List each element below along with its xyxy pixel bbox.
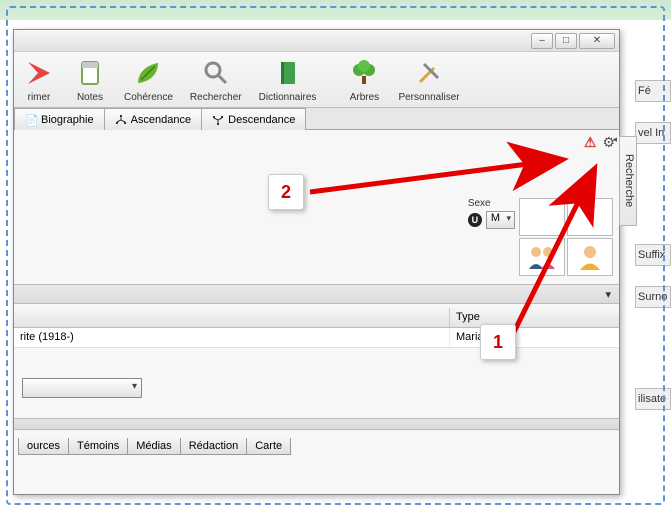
customize-button[interactable]: Personnaliser [390,54,468,105]
up-tree-icon [115,114,127,126]
callout-1: 1 [480,324,516,360]
background-window-fragments: Fé vel In Suffix Surno ilisate [635,80,671,410]
tab-biographie[interactable]: 📄 Biographie [14,108,105,130]
tool-label: Arbres [350,92,379,103]
type-header: Type [449,308,619,327]
content-area: ◂ ⚠ ⚙ Sexe U M [14,130,619,492]
portrait-couple[interactable] [519,238,565,276]
chevron-down-icon: ▾ [605,288,611,301]
notes-icon [73,56,107,90]
filter-dropdown[interactable] [22,378,142,398]
tool-label: Cohérence [124,92,173,103]
tree-icon [347,56,381,90]
search-icon [199,56,233,90]
frag: Surno [635,286,671,308]
delete-icon [22,56,56,90]
frag: Suffix [635,244,671,266]
dictionaries-button[interactable]: Dictionnaires [251,54,326,105]
maximize-button[interactable]: □ [555,33,577,49]
u-badge-icon: U [468,213,482,227]
table-row[interactable]: rite (1918-) Mariage [14,328,619,348]
toolbar: rimer Notes Cohérence Rechercher Diction… [14,52,619,108]
separator [14,418,619,430]
trees-button[interactable]: Arbres [339,54,390,105]
list-header: Type [14,308,619,328]
main-window: – □ ✕ rimer Notes Cohérence Recher [13,29,620,495]
tool-label: Dictionnaires [259,92,317,103]
down-tree-icon [212,114,224,126]
sexe-label: Sexe [468,198,491,209]
portrait-single[interactable] [567,238,613,276]
alert-icon[interactable]: ⚠ [584,134,597,151]
tool-label: Notes [77,92,103,103]
tool-label: Personnaliser [398,92,459,103]
book-icon [271,56,305,90]
sexe-select[interactable]: M [486,211,515,229]
bottom-tabs: ources Témoins Médias Rédaction Carte [18,438,290,455]
titlebar: – □ ✕ [14,30,619,52]
minimize-button[interactable]: – [531,33,553,49]
tab-label: Descendance [228,114,295,126]
portrait-slot[interactable] [519,198,565,236]
tab-redaction[interactable]: Rédaction [180,438,248,455]
portrait-slot[interactable] [567,198,613,236]
frag: ilisate [635,388,671,410]
tab-temoins[interactable]: Témoins [68,438,128,455]
notes-button[interactable]: Notes [65,54,116,105]
close-button[interactable]: ✕ [579,33,615,49]
primer-button[interactable]: rimer [14,54,65,105]
leaf-icon [131,56,165,90]
main-tabs: 📄 Biographie Ascendance Descendance [14,108,619,130]
tab-label: Ascendance [131,114,192,126]
callout-2: 2 [268,174,304,210]
frag: Fé [635,80,671,102]
tool-label: Rechercher [190,92,242,103]
search-button[interactable]: Rechercher [182,54,251,105]
tab-ascendance[interactable]: Ascendance [104,108,203,130]
recherche-side-tab[interactable]: Recherche [619,136,637,226]
row-person: rite (1918-) [14,328,449,347]
tab-sources[interactable]: ources [18,438,69,455]
coherence-button[interactable]: Cohérence [116,54,182,105]
tab-label: Biographie [41,114,94,126]
tools-icon [412,56,446,90]
tab-medias[interactable]: Médias [127,438,180,455]
tab-descendance[interactable]: Descendance [201,108,306,130]
row-type: Mariage [449,328,619,347]
tool-label: rimer [28,92,51,103]
section-collapse-bar[interactable]: ▾ [14,284,619,304]
gear-icon[interactable]: ⚙ [602,134,615,151]
portrait-grid [519,198,613,276]
doc-icon: 📄 [25,114,37,126]
tab-carte[interactable]: Carte [246,438,291,455]
frag: vel In [635,122,671,144]
